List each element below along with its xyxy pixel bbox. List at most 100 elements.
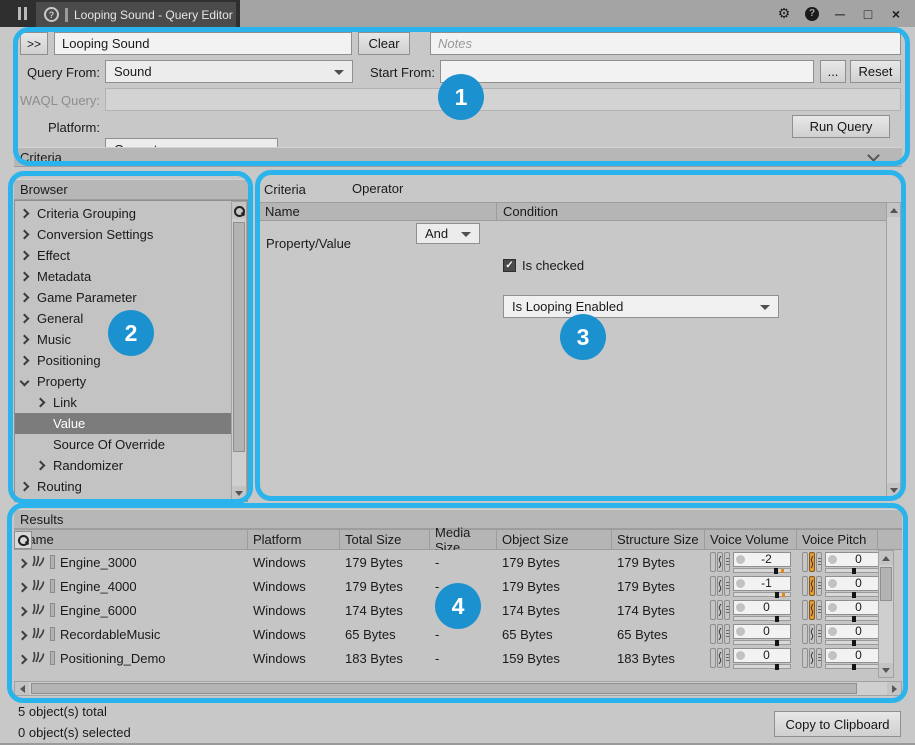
voice-pitch-slider[interactable] xyxy=(825,664,883,669)
voice-pitch-value-box[interactable]: 0 xyxy=(825,600,883,615)
chevron-right-icon[interactable] xyxy=(21,294,37,301)
rtpc-curve-icon[interactable] xyxy=(809,600,815,620)
voice-volume-slider[interactable] xyxy=(733,640,791,645)
link-indicator-icon[interactable] xyxy=(802,648,808,668)
voice-volume-value-box[interactable]: 0 xyxy=(733,600,791,615)
rtpc-curve-icon[interactable] xyxy=(717,552,723,572)
voice-pitch-slider[interactable] xyxy=(825,616,883,621)
link-indicator-icon[interactable] xyxy=(710,648,716,668)
chevron-right-icon[interactable] xyxy=(21,252,37,259)
rtpc-curve-icon[interactable] xyxy=(809,552,815,572)
scroll-right-icon[interactable] xyxy=(887,682,901,695)
table-row[interactable]: Positioning_DemoWindows183 Bytes-159 Byt… xyxy=(14,646,878,670)
chevron-right-icon[interactable] xyxy=(21,273,37,280)
copy-to-clipboard-button[interactable]: Copy to Clipboard xyxy=(774,711,901,737)
rtpc-curve-icon[interactable] xyxy=(809,624,815,644)
scroll-up-icon[interactable] xyxy=(879,551,893,565)
voice-pitch-slider[interactable] xyxy=(825,592,883,597)
chevron-right-icon[interactable] xyxy=(21,315,37,322)
randomizer-icon[interactable] xyxy=(816,624,822,644)
link-indicator-icon[interactable] xyxy=(710,624,716,644)
chevron-right-icon[interactable] xyxy=(19,603,26,618)
results-column-object-size[interactable]: Object Size xyxy=(497,530,612,549)
randomizer-icon[interactable] xyxy=(724,600,730,620)
link-indicator-icon[interactable] xyxy=(802,600,808,620)
help-icon[interactable]: ? xyxy=(803,5,821,23)
minimize-icon[interactable]: ─ xyxy=(831,5,849,23)
randomizer-icon[interactable] xyxy=(816,600,822,620)
start-from-input[interactable] xyxy=(440,60,814,83)
randomizer-icon[interactable] xyxy=(816,576,822,596)
results-vscrollbar[interactable] xyxy=(878,550,894,678)
close-icon[interactable]: × xyxy=(887,5,905,23)
table-row[interactable]: Engine_3000Windows179 Bytes-179 Bytes179… xyxy=(14,550,878,574)
scroll-down-icon[interactable] xyxy=(879,663,893,677)
rtpc-curve-icon[interactable] xyxy=(717,576,723,596)
clear-button[interactable]: Clear xyxy=(358,32,410,55)
tree-item-soundbank[interactable]: SoundBank xyxy=(15,497,231,502)
link-indicator-icon[interactable] xyxy=(710,576,716,596)
chevron-right-icon[interactable] xyxy=(19,555,26,570)
table-row[interactable]: Engine_6000Windows174 Bytes-174 Bytes174… xyxy=(14,598,878,622)
voice-volume-slider[interactable] xyxy=(733,664,791,669)
scrollbar-thumb[interactable] xyxy=(233,222,245,452)
chevron-right-icon[interactable] xyxy=(21,357,37,364)
results-column-structure-size[interactable]: Structure Size xyxy=(612,530,705,549)
voice-pitch-slider[interactable] xyxy=(825,640,883,645)
randomizer-icon[interactable] xyxy=(816,552,822,572)
expand-button[interactable]: >> xyxy=(20,32,48,55)
tree-item-general[interactable]: General xyxy=(15,308,231,329)
rtpc-curve-icon[interactable] xyxy=(809,576,815,596)
settings-gear-icon[interactable]: ⚙ xyxy=(775,5,793,23)
chevron-right-icon[interactable] xyxy=(37,462,53,469)
link-indicator-icon[interactable] xyxy=(802,552,808,572)
tree-item-link[interactable]: Link xyxy=(15,392,231,413)
tree-item-game-parameter[interactable]: Game Parameter xyxy=(15,287,231,308)
tree-item-conversion-settings[interactable]: Conversion Settings xyxy=(15,224,231,245)
maximize-icon[interactable]: □ xyxy=(859,5,877,23)
voice-volume-slider[interactable] xyxy=(733,592,791,597)
window-tab[interactable]: ? Looping Sound - Query Editor xyxy=(36,2,236,27)
scroll-left-icon[interactable] xyxy=(15,682,29,695)
results-search-icon[interactable] xyxy=(14,531,32,549)
collapse-chevron-icon[interactable] xyxy=(867,149,880,162)
link-indicator-icon[interactable] xyxy=(710,552,716,572)
scroll-down-icon[interactable] xyxy=(232,486,246,500)
tree-item-property[interactable]: Property xyxy=(15,371,231,392)
criteria-column-condition[interactable]: Condition xyxy=(497,203,886,220)
is-checked-checkbox[interactable]: ✓ xyxy=(503,259,516,272)
browser-scrollbar[interactable] xyxy=(231,201,247,501)
link-indicator-icon[interactable] xyxy=(710,600,716,620)
randomizer-icon[interactable] xyxy=(724,624,730,644)
chevron-right-icon[interactable] xyxy=(21,210,37,217)
randomizer-icon[interactable] xyxy=(724,576,730,596)
query-from-dropdown[interactable]: Sound xyxy=(105,60,353,83)
link-indicator-icon[interactable] xyxy=(802,624,808,644)
chevron-down-icon[interactable] xyxy=(21,378,37,385)
scroll-up-icon[interactable] xyxy=(887,203,900,217)
table-row[interactable]: RecordableMusicWindows65 Bytes-65 Bytes6… xyxy=(14,622,878,646)
randomizer-icon[interactable] xyxy=(724,648,730,668)
chevron-right-icon[interactable] xyxy=(37,399,53,406)
voice-volume-slider[interactable] xyxy=(733,568,791,573)
criteria-section-header[interactable]: Criteria xyxy=(14,147,902,167)
notes-input[interactable]: Notes xyxy=(438,36,472,51)
scrollbar-thumb[interactable] xyxy=(880,567,892,601)
voice-volume-value-box[interactable]: 0 xyxy=(733,624,791,639)
scroll-down-icon[interactable] xyxy=(887,483,900,497)
rtpc-curve-icon[interactable] xyxy=(717,648,723,668)
tree-item-music[interactable]: Music xyxy=(15,329,231,350)
chevron-right-icon[interactable] xyxy=(19,651,26,666)
dock-handle-icon[interactable] xyxy=(18,7,27,20)
randomizer-icon[interactable] xyxy=(724,552,730,572)
voice-pitch-slider[interactable] xyxy=(825,568,883,573)
criteria-scrollbar[interactable] xyxy=(886,202,901,498)
tree-item-positioning[interactable]: Positioning xyxy=(15,350,231,371)
link-indicator-icon[interactable] xyxy=(802,576,808,596)
condition-dropdown[interactable]: Is Looping Enabled xyxy=(503,295,779,318)
results-hscrollbar[interactable] xyxy=(14,681,902,696)
reset-button[interactable]: Reset xyxy=(850,60,901,83)
tree-item-randomizer[interactable]: Randomizer xyxy=(15,455,231,476)
voice-pitch-value-box[interactable]: 0 xyxy=(825,648,883,663)
rtpc-curve-icon[interactable] xyxy=(717,600,723,620)
